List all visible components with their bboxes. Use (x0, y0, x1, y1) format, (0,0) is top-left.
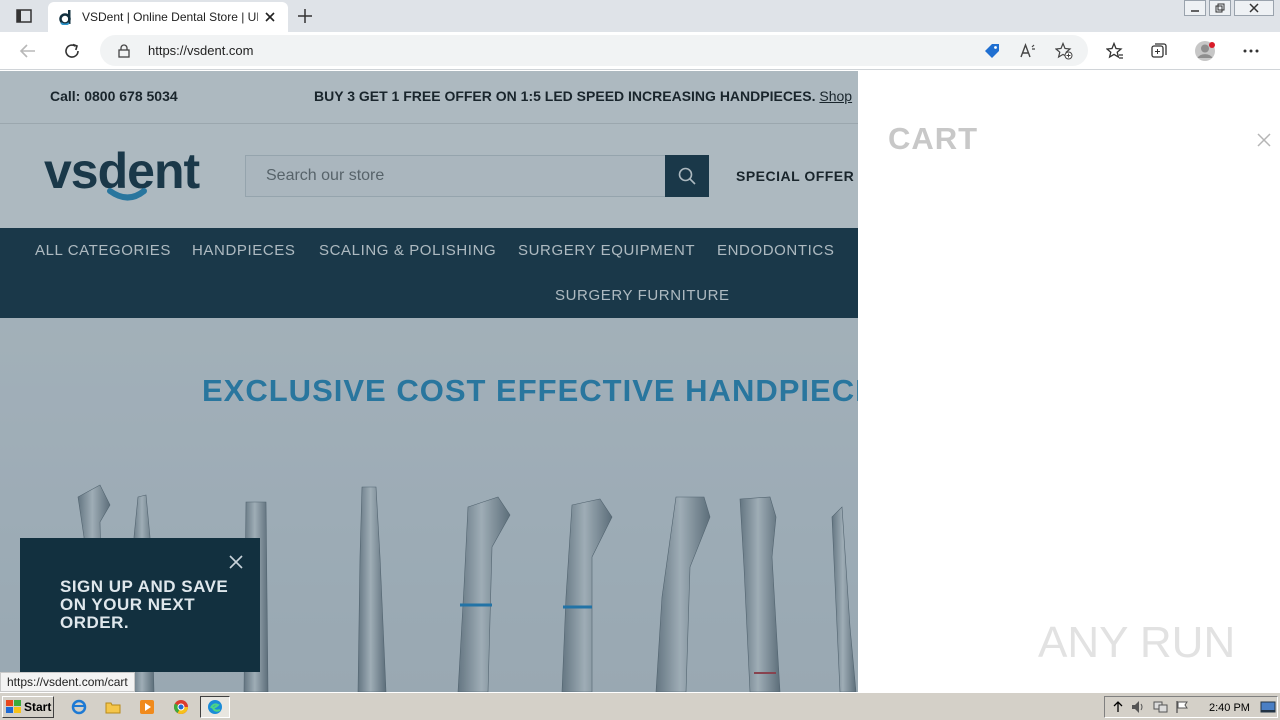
signup-close-icon[interactable] (228, 554, 244, 570)
start-label: Start (24, 700, 52, 714)
signup-message[interactable]: SIGN UP AND SAVE ON YOUR NEXT ORDER. (60, 578, 230, 632)
internet-explorer-icon[interactable] (70, 698, 88, 716)
tab-title: VSDent | Online Dental Store | UK (82, 10, 258, 24)
cart-drawer: CART ANY RUN (858, 71, 1280, 692)
chrome-icon[interactable] (172, 698, 190, 716)
media-player-icon[interactable] (138, 698, 156, 716)
shopping-tag-icon[interactable] (982, 41, 1002, 61)
browser-tab[interactable]: VSDent | Online Dental Store | UK (48, 2, 288, 32)
cart-title: CART (888, 121, 979, 156)
web-page: Call: 0800 678 5034 BUY 3 GET 1 FREE OFF… (0, 71, 1280, 692)
profile-avatar-icon[interactable] (1194, 40, 1216, 62)
windows-logo-icon (6, 700, 21, 713)
watermark-text: ANY RUN (1038, 618, 1235, 667)
browser-toolbar: https://vsdent.com (0, 32, 1280, 70)
system-tray: 2:40 PM (1104, 696, 1278, 718)
more-menu-icon[interactable] (1240, 40, 1262, 62)
tab-close-icon[interactable] (262, 9, 278, 25)
tab-actions-icon[interactable] (8, 6, 40, 26)
favorites-icon[interactable] (1104, 40, 1126, 62)
browser-tabbar: VSDent | Online Dental Store | UK (0, 0, 1280, 32)
new-tab-icon[interactable] (294, 6, 316, 26)
taskbar-clock[interactable]: 2:40 PM (1209, 702, 1250, 714)
back-icon[interactable] (16, 40, 40, 62)
action-center-flag-icon[interactable] (1173, 698, 1191, 716)
edge-taskbar-icon[interactable] (200, 696, 230, 718)
refresh-icon[interactable] (60, 40, 84, 62)
volume-icon[interactable] (1129, 698, 1147, 716)
minimize-window-icon[interactable] (1184, 0, 1206, 16)
lock-icon[interactable] (114, 41, 134, 61)
vsdent-favicon-icon (58, 9, 74, 25)
windows-taskbar: Start 2:40 PM (0, 692, 1280, 720)
add-favorite-icon[interactable] (1054, 41, 1074, 61)
anyrun-watermark: ANY RUN (1038, 618, 1235, 667)
start-button[interactable]: Start (2, 696, 54, 718)
collections-icon[interactable] (1148, 40, 1170, 62)
address-bar[interactable]: https://vsdent.com (100, 35, 1088, 66)
url-text[interactable]: https://vsdent.com (148, 43, 254, 58)
network-icon[interactable] (1151, 698, 1169, 716)
cart-close-icon[interactable] (1256, 132, 1272, 148)
restore-window-icon[interactable] (1209, 0, 1231, 16)
signup-popup: SIGN UP AND SAVE ON YOUR NEXT ORDER. (20, 538, 260, 672)
tray-expand-icon[interactable] (1109, 698, 1127, 716)
read-aloud-icon[interactable] (1018, 41, 1038, 61)
file-explorer-icon[interactable] (104, 698, 122, 716)
close-window-icon[interactable] (1234, 0, 1274, 16)
status-bar-url: https://vsdent.com/cart (0, 672, 135, 692)
show-desktop-icon[interactable] (1259, 698, 1277, 716)
